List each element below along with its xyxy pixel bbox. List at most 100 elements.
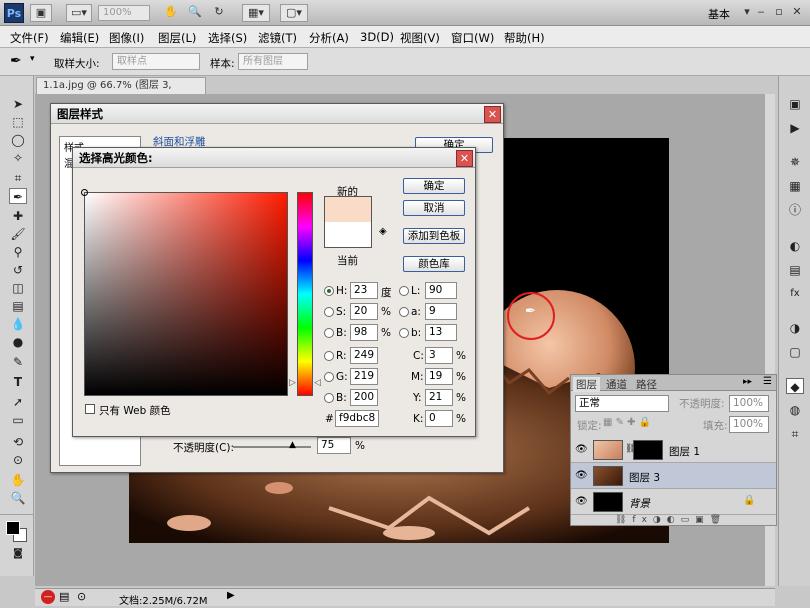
pen-tool-icon[interactable]: ✎: [9, 354, 27, 370]
blue-radio[interactable]: [324, 393, 334, 403]
menu-help[interactable]: 帮助(H): [504, 30, 545, 46]
bridge-icon[interactable]: ▣: [30, 4, 52, 22]
layer-mask-thumbnail[interactable]: [633, 440, 663, 460]
actions-panel-icon[interactable]: ▶: [786, 120, 804, 136]
channels-panel-icon[interactable]: ◍: [786, 402, 804, 418]
blue-input[interactable]: 200: [350, 389, 378, 406]
crop-tool-icon[interactable]: ⌗: [9, 170, 27, 186]
menu-window[interactable]: 窗口(W): [451, 30, 494, 46]
sample-select[interactable]: 所有图层: [238, 53, 308, 70]
hue-slider[interactable]: [297, 192, 313, 396]
layer-row[interactable]: 👁 背景 🔒: [571, 489, 776, 515]
web-colors-checkbox[interactable]: [85, 404, 95, 414]
preset-dropdown-icon[interactable]: ▾: [30, 54, 35, 64]
menu-file[interactable]: 文件(F): [10, 30, 49, 46]
eraser-tool-icon[interactable]: ◫: [9, 280, 27, 296]
menu-3d[interactable]: 3D(D): [360, 30, 394, 44]
layer-name[interactable]: 背景: [629, 496, 650, 511]
restore-icon[interactable]: ▫: [770, 4, 788, 20]
brush-tool-icon[interactable]: 🖌: [9, 226, 27, 242]
hue-slider-right-arrow[interactable]: ◁: [314, 378, 321, 388]
color-field-marker[interactable]: [81, 189, 88, 196]
lab-a-input[interactable]: 9: [425, 303, 457, 320]
brightness-input[interactable]: 98: [350, 324, 378, 341]
out-of-gamut-cube-icon[interactable]: ◈: [379, 226, 387, 237]
eyedropper-preset-icon[interactable]: ✒: [10, 53, 22, 69]
sample-size-select[interactable]: 取样点: [112, 53, 200, 70]
info-panel-icon[interactable]: ⓘ: [786, 202, 804, 218]
lasso-tool-icon[interactable]: ◯: [9, 132, 27, 148]
paths-panel-icon[interactable]: ⌗: [786, 426, 804, 442]
lab-l-radio[interactable]: [399, 286, 409, 296]
menu-analysis[interactable]: 分析(A): [309, 30, 349, 46]
swatches-panel-icon[interactable]: ▦: [786, 178, 804, 194]
layer-row[interactable]: 👁 ⛓ 图层 1: [571, 437, 776, 463]
history-panel-icon[interactable]: ▣: [786, 96, 804, 112]
layer-row-selected[interactable]: 👁 图层 3: [571, 463, 776, 489]
hand-tool-icon[interactable]: ✋: [160, 4, 182, 22]
3d-orbit-icon[interactable]: ⊙: [9, 452, 27, 468]
green-input[interactable]: 219: [350, 368, 378, 385]
layer-footer-icons[interactable]: ⛓fx◑◐▭▣🗑: [615, 515, 727, 525]
zoom-tool-icon[interactable]: 🔍: [184, 4, 206, 22]
layers-panel-icon[interactable]: ◆: [786, 378, 804, 394]
clone-source-panel-icon[interactable]: ▢: [786, 344, 804, 360]
rotate-view-icon[interactable]: ↻: [208, 4, 230, 22]
layer-opacity-input[interactable]: 100%: [729, 395, 769, 412]
opacity-input[interactable]: 75: [317, 437, 351, 454]
saturation-input[interactable]: 20: [350, 303, 378, 320]
view-extras-icon[interactable]: ▭▾: [66, 4, 92, 22]
color-ok-button[interactable]: 确定: [403, 178, 465, 194]
clone-stamp-icon[interactable]: ⚲: [9, 244, 27, 260]
brushes-panel-icon[interactable]: ◑: [786, 320, 804, 336]
yellow-input[interactable]: 21: [425, 389, 453, 406]
stop-icon[interactable]: —: [41, 590, 55, 604]
current-color-swatch[interactable]: [325, 222, 371, 247]
healing-brush-icon[interactable]: ✚: [9, 208, 27, 224]
menu-layer[interactable]: 图层(L): [158, 30, 196, 46]
saturation-radio[interactable]: [324, 307, 334, 317]
status-zoom-icon[interactable]: ⊙: [77, 590, 86, 603]
saturation-brightness-field[interactable]: [84, 192, 288, 396]
styles-panel-icon[interactable]: fx: [786, 286, 804, 302]
color-panel-icon[interactable]: ✵: [786, 154, 804, 170]
move-tool-icon[interactable]: ➤: [9, 96, 27, 112]
document-tab[interactable]: 1.1a.jpg @ 66.7% (图层 3, RGB/8) *: [36, 77, 206, 107]
layer-name[interactable]: 图层 3: [629, 470, 660, 485]
fill-input[interactable]: 100%: [729, 416, 769, 433]
adjustments-panel-icon[interactable]: ◐: [786, 238, 804, 254]
workspace-switcher[interactable]: 基本: [708, 6, 730, 22]
menu-image[interactable]: 图像(I): [109, 30, 144, 46]
3d-rotate-icon[interactable]: ⟲: [9, 434, 27, 450]
black-input[interactable]: 0: [425, 410, 453, 427]
close-window-icon[interactable]: ✕: [788, 4, 806, 20]
visibility-eye-icon[interactable]: 👁: [575, 444, 588, 455]
status-document-icon[interactable]: ▤: [59, 590, 69, 603]
lab-b-input[interactable]: 13: [425, 324, 457, 341]
arrange-documents-icon[interactable]: ▦▾: [242, 4, 270, 22]
brightness-radio[interactable]: [324, 328, 334, 338]
hand-tool-panel-icon[interactable]: ✋: [9, 472, 27, 488]
minimize-icon[interactable]: ‒: [752, 4, 770, 20]
lab-l-input[interactable]: 90: [425, 282, 457, 299]
opacity-slider-thumb[interactable]: ▲: [289, 440, 296, 450]
menu-edit[interactable]: 编辑(E): [60, 30, 99, 46]
cyan-input[interactable]: 3: [425, 347, 453, 364]
layer-name[interactable]: 图层 1: [669, 444, 700, 459]
red-radio[interactable]: [324, 351, 334, 361]
dodge-tool-icon[interactable]: ●: [9, 334, 27, 350]
path-select-icon[interactable]: ➚: [9, 394, 27, 410]
visibility-eye-icon[interactable]: 👁: [575, 496, 588, 507]
shape-tool-icon[interactable]: ▭: [9, 412, 27, 428]
zoom-tool-panel-icon[interactable]: 🔍: [9, 490, 27, 506]
hue-slider-left-arrow[interactable]: ▷: [289, 378, 296, 388]
status-menu-arrow-icon[interactable]: ▶: [227, 590, 235, 601]
tab-layers[interactable]: 图层: [573, 377, 600, 392]
hue-input[interactable]: 23: [350, 282, 378, 299]
marquee-tool-icon[interactable]: ⬚: [9, 114, 27, 130]
zoom-level[interactable]: 100%: [98, 5, 150, 21]
history-brush-icon[interactable]: ↺: [9, 262, 27, 278]
color-libraries-button[interactable]: 颜色库: [403, 256, 465, 272]
foreground-color-swatch[interactable]: [6, 521, 20, 535]
color-picker-close-icon[interactable]: ✕: [456, 150, 473, 167]
